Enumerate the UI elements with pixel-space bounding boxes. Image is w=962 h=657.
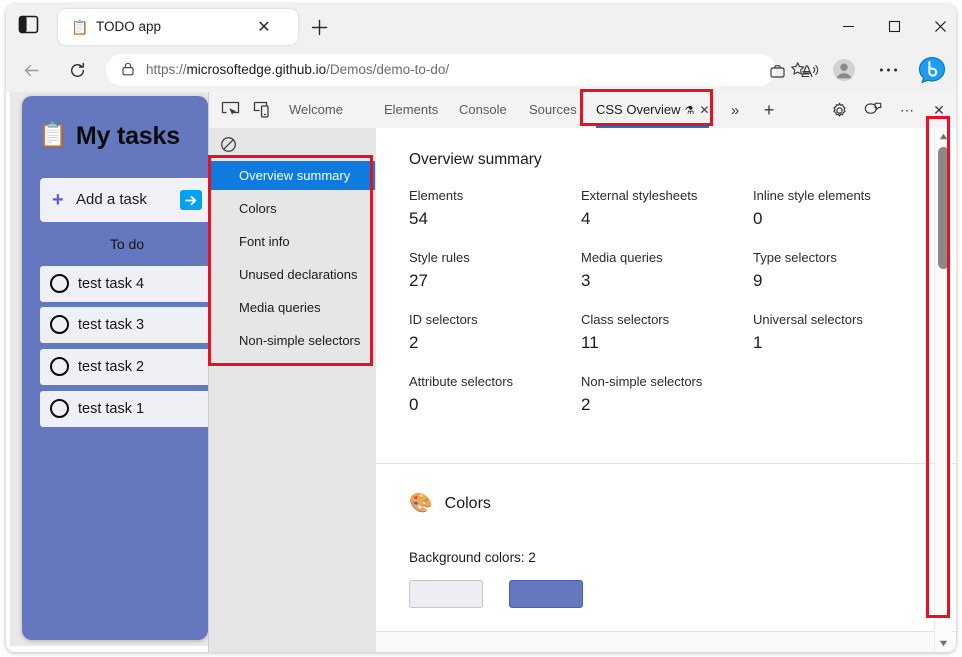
browser-more-button[interactable] <box>872 54 904 86</box>
clipboard-icon: 📋 <box>71 19 89 35</box>
window-maximize-button[interactable] <box>872 12 916 40</box>
color-swatch[interactable] <box>509 580 583 608</box>
scrollbar-thumb[interactable] <box>938 147 949 269</box>
stat-type-selectors: Type selectors 9 <box>753 250 837 290</box>
colors-section-header: 🎨 Colors <box>409 493 491 515</box>
stat-inline-style-elements: Inline style elements 0 <box>753 188 871 228</box>
devtools-tab-css-overview[interactable]: CSS Overview ⚗ ✕ <box>596 92 710 128</box>
profile-avatar-icon[interactable] <box>828 54 860 86</box>
devtools-more-button[interactable]: ⋯ <box>895 99 919 121</box>
inspect-element-icon[interactable] <box>217 99 243 121</box>
task-checkbox-icon[interactable] <box>50 357 69 376</box>
experiment-flask-icon: ⚗ <box>684 105 695 117</box>
browser-title-bar: 📋 TODO app ✕ <box>6 4 956 48</box>
add-task-placeholder: Add a task <box>76 191 147 208</box>
clear-overview-icon[interactable] <box>215 132 241 156</box>
browser-tab[interactable]: 📋 TODO app ✕ <box>58 9 298 45</box>
stat-media-queries: Media queries 3 <box>581 250 663 290</box>
todo-card: 📋 My tasks + Add a task To do test task … <box>22 96 214 640</box>
page-viewport: 📋 My tasks + Add a task To do test task … <box>6 92 956 652</box>
devtools-tab-sources[interactable]: Sources <box>529 92 577 128</box>
content-footer <box>376 632 956 652</box>
plus-icon: + <box>52 189 64 211</box>
tab-close-button[interactable]: ✕ <box>254 17 274 37</box>
window-minimize-button[interactable] <box>826 12 870 40</box>
scroll-down-arrow-icon[interactable] <box>935 635 952 652</box>
todo-header: 📋 My tasks <box>38 116 198 156</box>
devtools-tab-elements[interactable]: Elements <box>384 92 438 128</box>
devtools-add-tab-button[interactable]: + <box>757 99 781 121</box>
task-label: test task 3 <box>78 317 145 333</box>
todo-section-title: To do <box>109 236 145 252</box>
sidebar-item-media-queries[interactable]: Media queries <box>209 293 375 322</box>
stat-style-rules: Style rules 27 <box>409 250 470 290</box>
sidebar-item-font-info[interactable]: Font info <box>209 227 375 256</box>
devtools-tab-console[interactable]: Console <box>459 92 507 128</box>
devtools-tab-close-button[interactable]: ✕ <box>699 92 709 128</box>
task-item[interactable]: test task 2 <box>40 349 214 385</box>
stat-elements: Elements 54 <box>409 188 464 228</box>
browser-toolbar: https://microsoftedge.github.io/Demos/de… <box>6 48 956 92</box>
stat-class-selectors: Class selectors 11 <box>581 312 670 352</box>
task-checkbox-icon[interactable] <box>50 399 69 418</box>
task-item[interactable]: test task 1 <box>40 391 214 427</box>
task-label: test task 2 <box>78 359 145 375</box>
add-task-input[interactable]: + Add a task <box>40 178 214 222</box>
address-bar[interactable]: https://microsoftedge.github.io/Demos/de… <box>106 54 852 86</box>
lock-icon[interactable] <box>120 61 138 79</box>
sidebar-item-non-simple-selectors[interactable]: Non-simple selectors <box>209 326 375 355</box>
stat-non-simple-selectors: Non-simple selectors 2 <box>581 374 703 414</box>
address-bar-url: https://microsoftedge.github.io/Demos/de… <box>146 62 450 77</box>
stat-universal-selectors: Universal selectors 1 <box>753 312 863 352</box>
css-overview-content: Overview summary Elements 54 External st… <box>376 128 956 652</box>
section-divider <box>376 463 956 464</box>
tab-title: TODO app <box>96 19 162 34</box>
sidebar-item-colors[interactable]: Colors <box>209 194 375 223</box>
palette-icon: 🎨 <box>409 493 433 514</box>
scroll-up-arrow-icon[interactable] <box>935 128 952 145</box>
css-overview-sidebar: Overview summary Colors Font info Unused… <box>209 128 377 652</box>
stat-attribute-selectors: Attribute selectors 0 <box>409 374 514 414</box>
colors-section-title: Colors <box>444 495 491 512</box>
back-button[interactable] <box>15 54 47 86</box>
stat-external-stylesheets: External stylesheets 4 <box>581 188 698 228</box>
browser-window: 📋 TODO app ✕ https://microsoftedge.githu… <box>6 4 956 652</box>
bing-copilot-icon[interactable] <box>916 54 948 86</box>
devtools-close-button[interactable]: ✕ <box>927 99 951 121</box>
feedback-icon[interactable] <box>861 99 885 121</box>
devtools-scrollbar[interactable] <box>934 128 952 652</box>
gear-icon[interactable] <box>827 99 851 121</box>
task-label: test task 1 <box>78 401 145 417</box>
devtools-more-tabs-button[interactable]: » <box>723 99 747 121</box>
reload-button[interactable] <box>61 54 93 86</box>
clipboard-icon: 📋 <box>38 122 68 149</box>
new-tab-button[interactable] <box>306 14 332 40</box>
sidebar-item-unused-declarations[interactable]: Unused declarations <box>209 260 375 289</box>
add-task-submit-button[interactable] <box>180 190 202 210</box>
app-title: My tasks <box>75 121 180 150</box>
task-label: test task 4 <box>78 276 145 292</box>
device-toolbar-icon[interactable] <box>249 99 275 121</box>
color-swatch[interactable] <box>409 580 483 608</box>
devtools-tab-welcome[interactable]: Welcome <box>289 92 343 128</box>
sidebar-item-overview-summary[interactable]: Overview summary <box>209 161 375 190</box>
background-colors-label: Background colors: 2 <box>409 550 536 565</box>
tab-actions-icon[interactable] <box>18 15 39 34</box>
devtools-tab-bar: Welcome Elements Console Sources CSS Ove… <box>209 92 956 129</box>
task-item[interactable]: test task 3 <box>40 307 214 343</box>
add-to-favorites-icon[interactable] <box>784 54 816 86</box>
stat-id-selectors: ID selectors 2 <box>409 312 478 352</box>
devtools-panel: Welcome Elements Console Sources CSS Ove… <box>208 92 956 652</box>
todo-app: 📋 My tasks + Add a task To do test task … <box>10 92 214 646</box>
overview-summary-title: Overview summary <box>409 151 542 168</box>
task-checkbox-icon[interactable] <box>50 274 69 293</box>
task-item[interactable]: test task 4 <box>40 266 214 302</box>
task-checkbox-icon[interactable] <box>50 315 69 334</box>
window-close-button[interactable] <box>918 12 956 40</box>
